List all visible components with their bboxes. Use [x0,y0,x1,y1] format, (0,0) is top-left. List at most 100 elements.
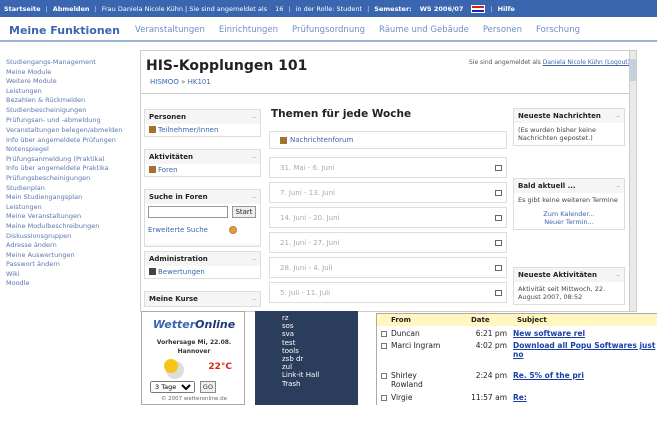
expand-section-icon[interactable] [495,265,502,271]
sidebar-item[interactable]: Bezahlen & Rückmelden [6,96,138,106]
sidebar-item[interactable]: Moodle [6,279,138,289]
expand-section-icon[interactable] [495,215,502,221]
sidebar-item[interactable]: Meine Auswertungen [6,251,138,261]
forum-search-input[interactable] [148,206,228,218]
mail-date: 4:02 pm [475,341,507,350]
help-icon[interactable] [229,226,237,234]
mail-row[interactable]: Shirley Rowland 2:24 pm Re. 5% of the pr… [377,371,657,391]
collapse-icon[interactable]: – [617,182,621,190]
expand-section-icon[interactable] [495,190,502,196]
mail-checkbox[interactable] [381,343,387,349]
folder-item[interactable]: Link-it Hall [255,371,358,379]
sidebar-item[interactable]: Veranstaltungen belegen/abmelden [6,125,138,135]
nav-research[interactable]: Forschung [529,25,587,35]
weather-copyright[interactable]: © 2007 wetteronline.de [142,396,246,402]
my-functions-tab[interactable]: Meine Funktionen [0,24,128,37]
login-user-link[interactable]: Daniela Nicole Kühn (Logout) [543,59,630,66]
sidebar-item[interactable]: Weitere Module [6,77,138,87]
nav-institutions[interactable]: Einrichtungen [212,25,285,35]
subject-column-header[interactable]: Subject [517,316,547,324]
mail-subject-link[interactable]: Re: [513,393,527,402]
expand-section-icon[interactable] [495,240,502,246]
from-column-header[interactable]: From [391,316,411,324]
sidebar-item[interactable]: Meine Module [6,68,138,78]
sidebar-item[interactable]: Info über angemeldete Praktika [6,164,138,174]
separator: | [367,4,370,13]
sidebar-item[interactable]: Prüfungsan- und -abmeldung [6,116,138,126]
collapse-icon[interactable]: – [253,193,257,201]
collapse-icon[interactable]: – [253,295,257,303]
expand-section-icon[interactable] [495,290,502,296]
forum-icon [149,166,156,173]
mail-checkbox[interactable] [381,395,387,401]
sidebar-item[interactable]: Info über angemeldete Prüfungen [6,135,138,145]
breadcrumb: HISMOO » HK101 [150,78,211,86]
sidebar-item[interactable]: Studienplan [6,184,138,194]
folder-item[interactable]: tools [255,347,358,355]
logout-link[interactable]: Abmelden [49,5,94,13]
folder-item[interactable]: rz [255,314,358,322]
nav-people[interactable]: Personen [476,25,529,35]
expand-section-icon[interactable] [495,165,502,171]
folder-item[interactable]: zsb dr [255,355,358,363]
collapse-icon[interactable]: – [253,255,257,263]
go-button[interactable]: GO [200,381,216,393]
nav-rooms[interactable]: Räume und Gebäude [372,25,476,35]
sidebar-item[interactable]: Prüfungsanmeldung (Praktika) [6,155,138,165]
sidebar-item[interactable]: Studienbescheinigungen [6,106,138,116]
nav-exam-regulations[interactable]: Prüfungsordnung [285,25,372,35]
nav-courses[interactable]: Veranstaltungen [128,25,212,35]
semester-value[interactable]: WS 2006/07 [416,5,468,13]
mail-subject-link[interactable]: New software rel [513,329,585,338]
mail-subject-link[interactable]: Download all Popu Softwares just no [513,341,657,359]
main-navigation: Meine Funktionen Veranstaltungen Einrich… [0,20,657,42]
date-column-header[interactable]: Date [471,316,490,324]
sidebar-item[interactable]: Wiki [6,270,138,280]
mail-row[interactable]: Virgie 11:57 am Re: [377,393,657,405]
upcoming-title: Bald aktuell ... [518,182,576,190]
folder-item[interactable]: sva [255,330,358,338]
sidebar-item[interactable]: Diskussionsgruppen [6,232,138,242]
news-forum-link[interactable]: Nachrichtenforum [290,136,353,144]
collapse-icon[interactable]: – [617,271,621,279]
mail-row[interactable]: Marci Ingram 4:02 pm Download all Popu S… [377,341,657,369]
sidebar-item[interactable]: Studiengangs-Management [6,58,138,68]
calendar-link[interactable]: Zum Kalender... [518,210,620,218]
folder-item[interactable]: test [255,339,358,347]
sidebar-item[interactable]: Passwort ändern [6,260,138,270]
sidebar-item[interactable]: Adresse ändern [6,241,138,251]
sidebar-item[interactable]: Meine Veranstaltungen [6,212,138,222]
help-link[interactable]: Hilfe [494,5,519,13]
mail-checkbox[interactable] [381,331,387,337]
uk-flag-icon[interactable] [471,4,486,13]
scrollbar-thumb[interactable] [630,59,636,81]
breadcrumb-course[interactable]: HISMOO [150,78,179,86]
forum-search-block: Suche in Foren – Start Erweiterte Suche [144,189,261,247]
folder-item[interactable]: zul [255,363,358,371]
home-link[interactable]: Startseite [0,5,45,13]
sidebar-item[interactable]: Prüfungsbescheinigungen [6,174,138,184]
collapse-icon[interactable]: – [617,112,621,120]
sidebar-item[interactable]: Leistungen [6,87,138,97]
mail-row[interactable]: Duncan 6:21 pm New software rel [377,329,657,339]
folder-item[interactable]: sos [255,322,358,330]
weather-logo: WetterOnline [152,318,236,331]
sidebar-item[interactable]: Leistungen [6,203,138,213]
search-start-button[interactable]: Start [232,206,256,218]
collapse-icon[interactable]: – [253,153,257,161]
scrollbar[interactable] [629,51,636,311]
new-event-link[interactable]: Neuer Termin... [518,218,620,226]
participants-link[interactable]: Teilnehmer/innen [158,126,218,134]
folder-item[interactable]: Trash [255,380,358,388]
advanced-search-link[interactable]: Erweiterte Suche [148,226,208,234]
sidebar-item[interactable]: Mein Studiengangsplan [6,193,138,203]
forums-link[interactable]: Foren [158,166,178,174]
grades-link[interactable]: Bewertungen [158,268,205,276]
mail-checkbox[interactable] [381,373,387,379]
collapse-icon[interactable]: – [253,113,257,121]
separator: | [94,4,97,13]
forecast-days-select[interactable]: 3 Tage [150,381,195,393]
mail-subject-link[interactable]: Re. 5% of the pri [513,371,584,380]
sidebar-item[interactable]: Notenspiegel [6,145,138,155]
sidebar-item[interactable]: Meine Modulbeschreibungen [6,222,138,232]
